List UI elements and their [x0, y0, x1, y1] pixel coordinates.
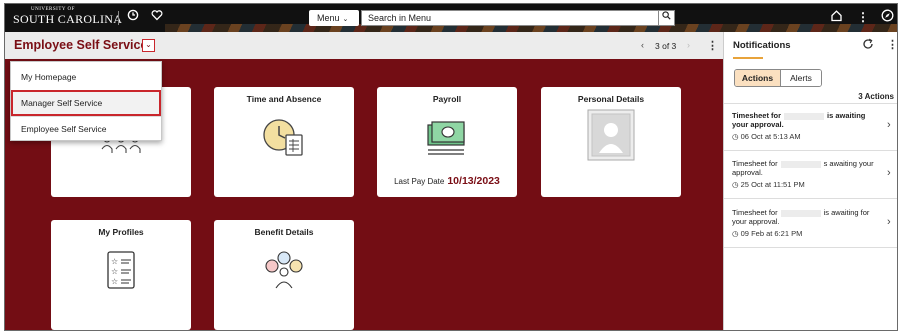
menu-label: Menu	[317, 13, 340, 23]
homepage-selector-button[interactable]: ⌄	[142, 39, 155, 52]
next-page-icon[interactable]: ›	[687, 40, 690, 50]
message-prefix: Timesheet for	[732, 111, 782, 120]
message-prefix: Timesheet for	[732, 159, 778, 168]
chevron-right-icon[interactable]: ›	[887, 167, 891, 179]
dropdown-item-my-homepage[interactable]: My Homepage	[11, 64, 161, 90]
more-options-icon[interactable]: ⋮	[887, 38, 897, 51]
tile-title: My Profiles	[98, 227, 144, 237]
svg-text:☆: ☆	[111, 257, 118, 266]
search-icon	[662, 11, 671, 20]
menu-button[interactable]: Menu ⌄	[309, 10, 359, 26]
tile-title: Time and Absence	[246, 94, 322, 104]
tile-payroll[interactable]: Payroll Last Pay Date 10/13/2023	[377, 87, 517, 197]
page-title[interactable]: Employee Self Service	[14, 38, 147, 52]
separator	[724, 198, 897, 199]
notifications-panel: Notifications ⋮ Actions Alerts 3 Actions…	[723, 32, 897, 330]
money-icon	[377, 117, 517, 159]
previous-page-icon[interactable]: ‹	[641, 40, 644, 50]
logo-divider	[118, 11, 119, 25]
chevron-right-icon[interactable]: ›	[887, 216, 891, 228]
tile-my-profiles[interactable]: My Profiles ☆ ☆ ☆	[51, 220, 191, 330]
tab-actions[interactable]: Actions	[735, 70, 781, 86]
menu-search-input[interactable]: Search in Menu	[361, 10, 659, 26]
tab-alerts[interactable]: Alerts	[781, 70, 821, 86]
top-navbar: UNIVERSITY OF SOUTH CAROLINA Menu ⌄ Searc…	[5, 4, 897, 32]
tile-title: Payroll	[432, 94, 462, 104]
separator	[724, 103, 897, 104]
title-underline	[733, 57, 763, 59]
time-text: 09 Feb at 6:21 PM	[740, 229, 803, 238]
chevron-down-icon: ⌄	[342, 16, 349, 23]
app-frame: UNIVERSITY OF SOUTH CAROLINA Menu ⌄ Searc…	[4, 3, 898, 331]
clock-icon: ◷	[732, 229, 739, 238]
notification-item[interactable]: Timesheet for is awaiting your approval. …	[724, 111, 897, 159]
last-pay-date-value: 10/13/2023	[447, 175, 500, 187]
tile-title: Benefit Details	[254, 227, 314, 237]
history-icon[interactable]	[125, 9, 141, 25]
tile-time-and-absence[interactable]: Time and Absence	[214, 87, 354, 197]
dropdown-item-employee-self-service[interactable]: Employee Self Service	[11, 116, 161, 142]
notification-message: Timesheet for is awaiting for your approv…	[732, 208, 880, 226]
last-pay-label: Last Pay Date	[394, 177, 445, 186]
navbar-compass-icon[interactable]	[879, 9, 895, 26]
redacted-name	[780, 209, 821, 217]
redacted-name	[780, 160, 821, 168]
time-text: 06 Oct at 5:13 AM	[740, 132, 801, 141]
homepage-dropdown-menu: My Homepage Manager Self Service Employe…	[10, 61, 162, 141]
more-options-icon[interactable]: ⋮	[707, 39, 718, 52]
actions-menu-icon[interactable]: ⋮	[855, 9, 871, 25]
notification-time: ◷ 09 Feb at 6:21 PM	[732, 229, 802, 238]
last-pay-date: Last Pay Date 10/13/2023	[377, 175, 517, 187]
tile-benefit-details[interactable]: Benefit Details	[214, 220, 354, 330]
tile-personal-details[interactable]: Personal Details	[541, 87, 681, 197]
notification-item[interactable]: Timesheet for s awaiting your approval. ◷…	[724, 159, 897, 207]
rated-list-icon: ☆ ☆ ☆	[51, 250, 191, 290]
search-button[interactable]	[658, 10, 675, 26]
profile-photo-icon	[541, 109, 681, 161]
svg-text:☆: ☆	[111, 277, 118, 286]
tile-title: Personal Details	[577, 94, 645, 104]
actions-count: 3 Actions	[858, 92, 894, 101]
clock-icon: ◷	[732, 132, 739, 141]
logo-large-text: SOUTH CAROLINA	[13, 12, 123, 26]
svg-text:☆: ☆	[111, 267, 118, 276]
separator	[724, 150, 897, 151]
university-logo[interactable]: UNIVERSITY OF SOUTH CAROLINA	[13, 6, 122, 26]
redacted-name	[784, 112, 825, 120]
message-prefix: Timesheet for	[732, 208, 778, 217]
benefits-icon	[214, 250, 354, 290]
notification-tabs: Actions Alerts	[734, 69, 822, 87]
notification-message: Timesheet for is awaiting your approval.	[732, 111, 880, 129]
separator	[724, 247, 897, 248]
notification-time: ◷ 25 Oct at 11:51 PM	[732, 180, 805, 189]
notification-item[interactable]: Timesheet for is awaiting for your approv…	[724, 208, 897, 256]
chevron-right-icon[interactable]: ›	[887, 119, 891, 131]
dropdown-item-manager-self-service[interactable]: Manager Self Service	[11, 90, 161, 116]
time-text: 25 Oct at 11:51 PM	[740, 180, 805, 189]
clock-timesheet-icon	[214, 117, 354, 161]
clock-icon: ◷	[732, 180, 739, 189]
notification-time: ◷ 06 Oct at 5:13 AM	[732, 132, 801, 141]
refresh-icon[interactable]	[862, 38, 874, 53]
notifications-title: Notifications	[733, 40, 791, 51]
page-indicator: 3 of 3	[655, 41, 677, 51]
page-header: Employee Self Service ⌄ ‹ 3 of 3 › ⋮	[5, 32, 723, 59]
notification-message: Timesheet for s awaiting your approval.	[732, 159, 880, 177]
home-icon[interactable]	[828, 9, 844, 26]
chevron-down-icon: ⌄	[145, 40, 152, 49]
favorites-icon[interactable]	[149, 9, 165, 25]
